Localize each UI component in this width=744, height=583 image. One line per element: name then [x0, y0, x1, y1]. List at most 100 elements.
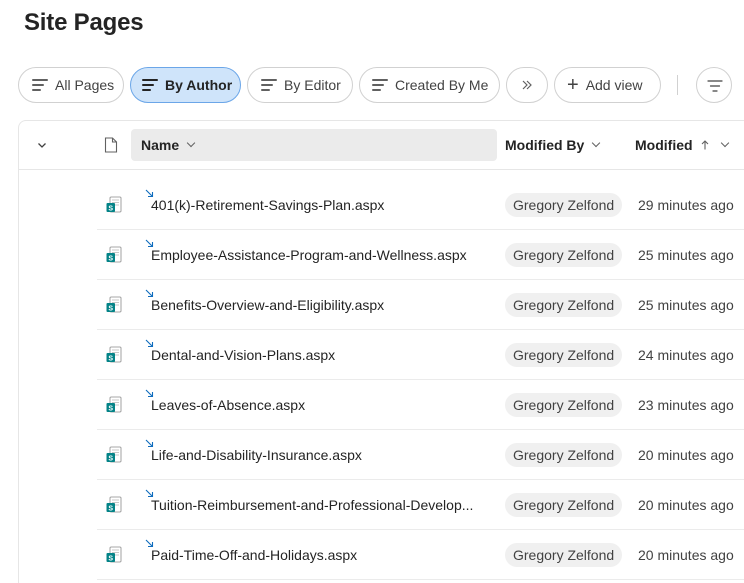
- modified-time: 29 minutes ago: [638, 197, 734, 213]
- modified-time-text: 20 minutes ago: [638, 547, 734, 563]
- sharepoint-page-icon: S: [106, 246, 122, 263]
- modified-time: 20 minutes ago: [638, 547, 734, 563]
- page-title: Site Pages: [24, 9, 144, 36]
- modified-time-text: 29 minutes ago: [638, 197, 734, 213]
- modified-time-text: 25 minutes ago: [638, 247, 734, 263]
- file-name-link[interactable]: Leaves-of-Absence.aspx: [145, 389, 306, 413]
- view-tab-by-editor[interactable]: By Editor: [247, 67, 353, 103]
- list-view-icon: [372, 79, 388, 91]
- new-item-indicator-icon: [145, 539, 154, 548]
- modified-time: 23 minutes ago: [638, 397, 734, 413]
- chevron-down-icon: [592, 138, 601, 148]
- file-name-text: Paid-Time-Off-and-Holidays.aspx: [151, 547, 358, 563]
- list-row[interactable]: S Paid-Time-Off-and-Holidays.aspx Gregor…: [97, 530, 744, 580]
- file-name-link[interactable]: Dental-and-Vision-Plans.aspx: [145, 339, 336, 363]
- new-item-indicator-icon: [145, 389, 154, 398]
- new-item-indicator-icon: [145, 489, 154, 498]
- new-item-indicator-icon: [145, 239, 154, 248]
- modified-time-text: 20 minutes ago: [638, 497, 734, 513]
- file-name-text: Leaves-of-Absence.aspx: [151, 397, 306, 413]
- author-persona[interactable]: Gregory Zelfond: [505, 543, 623, 567]
- file-name-link[interactable]: Tuition-Reimbursement-and-Professional-D…: [145, 489, 474, 513]
- author-persona[interactable]: Gregory Zelfond: [505, 443, 623, 467]
- file-type-column-header[interactable]: [104, 121, 118, 169]
- file-name-link[interactable]: 401(k)-Retirement-Savings-Plan.aspx: [145, 189, 385, 213]
- modified-by-column-header[interactable]: Modified By: [505, 121, 601, 169]
- author-name: Gregory Zelfond: [513, 497, 615, 513]
- author-name: Gregory Zelfond: [513, 547, 615, 563]
- view-tab-all-pages[interactable]: All Pages: [18, 67, 124, 103]
- modified-time: 25 minutes ago: [638, 247, 734, 263]
- svg-text:S: S: [108, 455, 113, 462]
- file-name-link[interactable]: Benefits-Overview-and-Eligibility.aspx: [145, 289, 384, 313]
- more-views-button[interactable]: [506, 67, 548, 103]
- list-row[interactable]: S Benefits-Overview-and-Eligibility.aspx…: [97, 280, 744, 330]
- double-chevron-right-icon: [522, 80, 532, 90]
- file-name-link[interactable]: Paid-Time-Off-and-Holidays.aspx: [145, 539, 358, 563]
- modified-time: 20 minutes ago: [638, 497, 734, 513]
- list-row[interactable]: S Dental-and-Vision-Plans.aspx Gregory Z…: [97, 330, 744, 380]
- file-name-text: Life-and-Disability-Insurance.aspx: [151, 447, 362, 463]
- list-row[interactable]: S Leaves-of-Absence.aspx Gregory Zelfond…: [97, 380, 744, 430]
- svg-text:S: S: [108, 555, 113, 562]
- author-name: Gregory Zelfond: [513, 447, 615, 463]
- list-row[interactable]: S Tuition-Reimbursement-and-Professional…: [97, 480, 744, 530]
- filter-button[interactable]: [696, 67, 732, 103]
- file-name-text: 401(k)-Retirement-Savings-Plan.aspx: [151, 197, 385, 213]
- file-name-text: Dental-and-Vision-Plans.aspx: [151, 347, 336, 363]
- view-tab-created-by-me[interactable]: Created By Me: [359, 67, 500, 103]
- file-name-link[interactable]: Life-and-Disability-Insurance.aspx: [145, 439, 362, 463]
- list-row[interactable]: S Employee-Assistance-Program-and-Wellne…: [97, 230, 744, 280]
- author-persona[interactable]: Gregory Zelfond: [505, 293, 623, 317]
- author-persona[interactable]: Gregory Zelfond: [505, 343, 623, 367]
- modified-time: 25 minutes ago: [638, 297, 734, 313]
- list-row[interactable]: S Life-and-Disability-Insurance.aspx Gre…: [97, 430, 744, 480]
- chevron-down-icon: [38, 143, 46, 148]
- file-name-text: Employee-Assistance-Program-and-Wellness…: [151, 247, 467, 263]
- file-name-text: Tuition-Reimbursement-and-Professional-D…: [151, 497, 474, 513]
- sharepoint-page-icon: S: [106, 546, 122, 563]
- view-tab-label: All Pages: [55, 77, 115, 93]
- new-item-indicator-icon: [145, 289, 154, 298]
- modified-time: 24 minutes ago: [638, 347, 734, 363]
- modified-column-header[interactable]: Modified: [635, 121, 729, 169]
- svg-text:S: S: [108, 305, 113, 312]
- sharepoint-page-icon: S: [106, 196, 122, 213]
- list-view-icon: [261, 79, 277, 91]
- file-name-link[interactable]: Employee-Assistance-Program-and-Wellness…: [145, 239, 467, 263]
- list-row[interactable]: S 401(k)-Retirement-Savings-Plan.aspx Gr…: [97, 180, 744, 230]
- new-item-indicator-icon: [145, 439, 154, 448]
- list-view-icon: [142, 79, 158, 91]
- modified-by-column-label: Modified By: [505, 137, 585, 153]
- new-item-indicator-icon: [145, 339, 154, 348]
- add-view-button[interactable]: + Add view: [554, 67, 661, 103]
- list-view-icon: [32, 79, 48, 91]
- view-tab-by-author[interactable]: By Author: [130, 67, 241, 103]
- list-header: Name Modified By Modified: [19, 121, 744, 169]
- author-name: Gregory Zelfond: [513, 297, 615, 313]
- select-all-toggle[interactable]: [36, 121, 48, 169]
- svg-text:S: S: [108, 205, 113, 212]
- modified-time-text: 23 minutes ago: [638, 397, 734, 413]
- name-column-header[interactable]: Name: [131, 129, 497, 161]
- modified-time-text: 20 minutes ago: [638, 447, 734, 463]
- svg-text:S: S: [108, 355, 113, 362]
- chevron-down-icon: [186, 138, 196, 148]
- author-persona[interactable]: Gregory Zelfond: [505, 193, 623, 217]
- author-name: Gregory Zelfond: [513, 347, 615, 363]
- author-persona[interactable]: Gregory Zelfond: [505, 243, 623, 267]
- sharepoint-page-icon: S: [106, 446, 122, 463]
- toolbar-divider: [677, 75, 678, 95]
- sharepoint-page-icon: S: [106, 496, 122, 513]
- svg-text:S: S: [108, 505, 113, 512]
- modified-time-text: 25 minutes ago: [638, 297, 734, 313]
- author-persona[interactable]: Gregory Zelfond: [505, 493, 623, 517]
- add-view-label: Add view: [585, 77, 643, 93]
- new-item-indicator-icon: [145, 189, 154, 198]
- name-column-label: Name: [141, 137, 180, 153]
- modified-time-text: 24 minutes ago: [638, 347, 734, 363]
- author-name: Gregory Zelfond: [513, 247, 615, 263]
- author-persona[interactable]: Gregory Zelfond: [505, 393, 623, 417]
- view-toolbar: All Pages By Author By Editor Created By…: [18, 67, 744, 103]
- svg-text:S: S: [108, 255, 113, 262]
